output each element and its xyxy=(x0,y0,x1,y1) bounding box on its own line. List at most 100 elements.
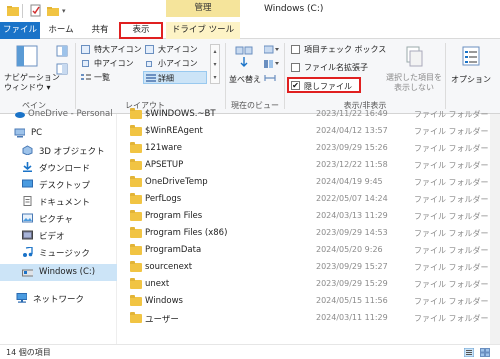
file-date: 2023/11/22 16:49 xyxy=(316,109,388,118)
folder-icon xyxy=(7,6,19,16)
download-icon xyxy=(23,162,32,172)
customize-quick-access-icon[interactable]: ▾ xyxy=(62,4,70,18)
item-checkboxes-checkbox[interactable] xyxy=(291,45,300,54)
file-row[interactable]: $WINDOWS.~BT 2023/11/22 16:49 ファイル フォルダー xyxy=(118,106,500,123)
tab-file[interactable]: ファイル xyxy=(0,22,40,39)
large-icons-view-icon[interactable] xyxy=(480,348,490,357)
network-icon xyxy=(16,293,27,303)
tab-home[interactable]: ホーム xyxy=(44,22,78,39)
folder-icon xyxy=(130,193,142,204)
file-name: Program Files (x86) xyxy=(145,228,228,238)
navigation-pane[interactable]: OneDrive - Personal PC 3D オブジェクト ダウンロード … xyxy=(0,109,117,344)
add-columns-icon[interactable] xyxy=(264,59,280,69)
new-folder-icon[interactable] xyxy=(46,4,60,18)
file-date: 2024/05/20 9:26 xyxy=(316,245,383,254)
hidden-items-label: 隠しファイル xyxy=(304,82,352,91)
layout-scroll[interactable]: ▴ ▾ ▾ xyxy=(210,44,220,84)
layout-extra-large-icons[interactable]: 特大アイコン xyxy=(80,44,142,55)
details-pane-icon[interactable] xyxy=(56,63,68,75)
layout-large-icons[interactable]: 大アイコン xyxy=(144,44,206,55)
preview-pane-icon[interactable] xyxy=(56,45,68,57)
ribbon: ナビゲーション ウィンドウ ▾ ペイン 特大アイコン 大アイコン 中アイコン 小… xyxy=(0,39,500,114)
hide-selected-items-button[interactable]: 選択した項目を 表示しない xyxy=(384,43,444,97)
folder-icon xyxy=(130,244,142,255)
properties-icon[interactable] xyxy=(29,4,42,18)
nav-item-music[interactable]: ミュージック xyxy=(0,244,117,261)
pc-icon xyxy=(14,128,25,138)
file-type: ファイル フォルダー xyxy=(414,127,489,136)
file-type: ファイル フォルダー xyxy=(414,314,489,323)
vertical-scrollbar[interactable] xyxy=(490,114,500,344)
file-type: ファイル フォルダー xyxy=(414,280,489,289)
file-row[interactable]: sourcenext 2023/09/29 15:27 ファイル フォルダー xyxy=(118,259,500,276)
file-type: ファイル フォルダー xyxy=(414,229,489,238)
nav-item-pictures[interactable]: ピクチャ xyxy=(0,210,117,227)
nav-item-network[interactable]: ネットワーク xyxy=(0,290,117,307)
options-label: オプション xyxy=(451,75,491,84)
layout-medium-icons[interactable]: 中アイコン xyxy=(80,58,142,69)
file-name: ProgramData xyxy=(145,245,202,255)
layout-small-icons[interactable]: 小アイコン xyxy=(144,58,206,69)
nav-item-documents[interactable]: ドキュメント xyxy=(0,193,117,210)
folder-icon xyxy=(130,278,142,289)
details-icon xyxy=(146,74,156,82)
file-row[interactable]: APSETUP 2023/12/22 11:58 ファイル フォルダー xyxy=(118,157,500,174)
file-row[interactable]: Program Files 2024/03/13 11:29 ファイル フォルダー xyxy=(118,208,500,225)
nav-item-3d-objects[interactable]: 3D オブジェクト xyxy=(0,142,117,159)
nav-item-onedrive[interactable]: OneDrive - Personal xyxy=(0,106,117,123)
tab-drive-tools[interactable]: ドライブ ツール xyxy=(166,22,240,39)
file-date: 2024/04/19 9:45 xyxy=(316,177,383,186)
file-row[interactable]: PerfLogs 2022/05/07 14:24 ファイル フォルダー xyxy=(118,191,500,208)
details-view-icon[interactable] xyxy=(464,348,474,357)
hidden-items-checkbox[interactable]: ✔ xyxy=(291,81,300,90)
video-icon xyxy=(22,230,33,240)
nav-item-pc[interactable]: PC xyxy=(0,125,117,142)
file-type: ファイル フォルダー xyxy=(414,212,489,221)
tab-share[interactable]: 共有 xyxy=(84,22,116,39)
file-row[interactable]: ProgramData 2024/05/20 9:26 ファイル フォルダー xyxy=(118,242,500,259)
group-by-icon[interactable] xyxy=(264,45,280,55)
file-extensions-toggle[interactable]: ファイル名拡張子 xyxy=(290,62,380,73)
context-tab-group: 管理 xyxy=(166,0,240,17)
file-type: ファイル フォルダー xyxy=(414,263,489,272)
options-button[interactable]: オプション xyxy=(448,43,494,97)
drive-icon xyxy=(22,269,33,277)
size-columns-icon[interactable] xyxy=(264,73,276,83)
title-bar: ▾ 管理 Windows (C:) xyxy=(0,0,500,22)
sort-by-button[interactable]: 並べ替え xyxy=(228,43,262,97)
file-row[interactable]: $WinREAgent 2024/04/12 13:57 ファイル フォルダー xyxy=(118,123,500,140)
sort-by-label: 並べ替え xyxy=(229,75,261,84)
nav-item-downloads[interactable]: ダウンロード xyxy=(0,159,117,176)
file-row[interactable]: OneDriveTemp 2024/04/19 9:45 ファイル フォルダー xyxy=(118,174,500,191)
nav-label: Windows (C:) xyxy=(39,267,96,277)
layout-list[interactable]: 一覧 xyxy=(80,72,142,83)
hidden-items-toggle[interactable]: ✔ 隠しファイル xyxy=(287,77,361,93)
nav-item-windows-c[interactable]: Windows (C:) xyxy=(0,264,117,281)
nav-label: PC xyxy=(31,128,43,138)
tab-view[interactable]: 表示 xyxy=(119,22,163,39)
ribbon-divider xyxy=(445,43,446,109)
file-row[interactable]: Windows 2024/05/15 11:56 ファイル フォルダー xyxy=(118,293,500,310)
file-date: 2024/05/15 11:56 xyxy=(316,296,388,305)
file-row[interactable]: Program Files (x86) 2023/09/29 14:53 ファイル … xyxy=(118,225,500,242)
layout-label: 一覧 xyxy=(94,73,110,82)
nav-item-videos[interactable]: ビデオ xyxy=(0,227,117,244)
options-icon xyxy=(462,46,480,66)
folder-icon xyxy=(130,295,142,306)
item-checkboxes-toggle[interactable]: 項目チェック ボックス xyxy=(290,44,386,55)
file-row[interactable]: unext 2023/09/29 15:29 ファイル フォルダー xyxy=(118,276,500,293)
file-row[interactable]: ユーザー 2024/03/11 11:29 ファイル フォルダー xyxy=(118,310,500,327)
item-count: 14 個の項目 xyxy=(6,348,51,357)
picture-icon xyxy=(22,213,33,223)
medium-icon-glyph xyxy=(82,60,89,67)
navigation-pane-button[interactable]: ナビゲーション ウィンドウ ▾ xyxy=(4,43,60,97)
nav-label: 3D オブジェクト xyxy=(39,147,105,157)
layout-details[interactable]: 詳細 xyxy=(143,71,207,84)
ribbon-divider xyxy=(284,43,285,109)
file-list[interactable]: $WINDOWS.~BT 2023/11/22 16:49 ファイル フォルダー $W… xyxy=(118,108,500,344)
list-icon xyxy=(81,74,91,80)
file-extensions-checkbox[interactable] xyxy=(291,63,300,72)
folder-icon xyxy=(130,125,142,136)
nav-item-desktop[interactable]: デスクトップ xyxy=(0,176,117,193)
file-row[interactable]: 121ware 2023/09/29 15:26 ファイル フォルダー xyxy=(118,140,500,157)
